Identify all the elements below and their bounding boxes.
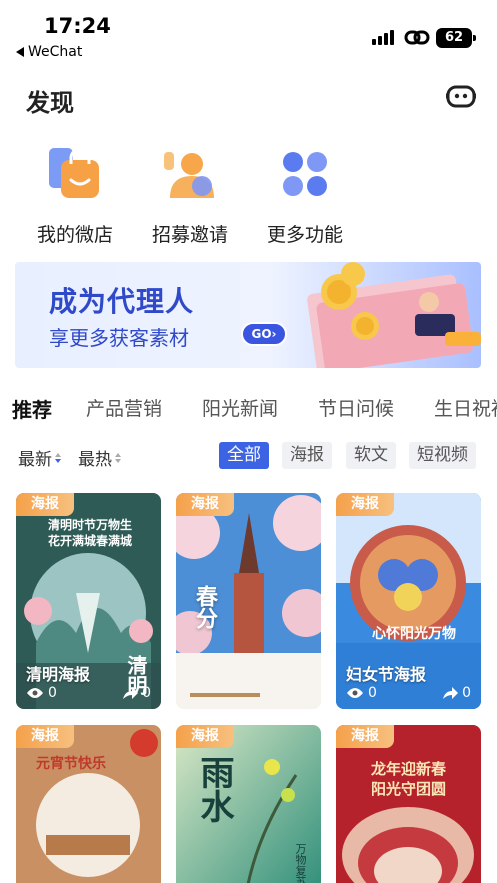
view-count: 0 (368, 685, 377, 701)
status-time: 17:24 (44, 14, 111, 38)
poster-card[interactable]: 海报 心怀阳光万物 妇女节海报 0 0 (336, 493, 481, 709)
poster-headline: 元宵节快乐 (36, 756, 106, 772)
quick-action-label: 更多功能 (266, 224, 343, 246)
poster-stats: 0 0 (26, 685, 151, 701)
shopping-bag-icon (49, 147, 99, 198)
more-grid-icon (283, 152, 327, 196)
poster-card[interactable]: 海报 春分 (176, 493, 321, 709)
robot-assistant-icon[interactable] (446, 84, 476, 108)
poster-headline: 心怀阳光万物 (372, 626, 456, 642)
quick-action-more[interactable]: 更多功能 (250, 146, 360, 247)
banner-subtitle: 享更多获客素材 (49, 326, 189, 350)
poster-card[interactable]: 海报 清明时节万物生 花开满城春满城 清明海报 清明 0 0 (16, 493, 161, 709)
quick-action-label: 招募邀请 (151, 224, 228, 246)
poster-tag: 海报 (176, 725, 234, 748)
filter-poster[interactable]: 海报 (282, 442, 332, 469)
poster-card[interactable]: 海报 雨水 万物复苏 (176, 725, 321, 883)
cellular-signal-icon (372, 30, 394, 45)
banner-title: 成为代理人 (49, 285, 195, 318)
banner-go-button[interactable]: GO› (241, 322, 287, 346)
poster-headline: 龙年迎新春 阳光守团圆 (370, 760, 446, 798)
back-app-label: WeChat (28, 44, 83, 60)
filter-all[interactable]: 全部 (219, 442, 269, 469)
tab-product-marketing[interactable]: 产品营销 (86, 394, 162, 421)
sort-latest[interactable]: 最新 (18, 445, 61, 470)
sort-arrows-icon (115, 452, 121, 463)
recruit-user-icon (164, 152, 214, 198)
quick-action-my-shop[interactable]: 我的微店 (20, 146, 130, 247)
filter-article[interactable]: 软文 (346, 442, 396, 469)
sort-hottest[interactable]: 最热 (78, 445, 121, 470)
poster-stats: 0 0 (346, 685, 471, 701)
back-to-wechat-link[interactable]: WeChat (16, 44, 82, 60)
poster-name: 清明海报 (26, 665, 91, 684)
poster-tag: 海报 (336, 725, 394, 748)
share-count: 0 (462, 685, 471, 701)
poster-tag: 海报 (176, 493, 234, 516)
poster-image (336, 725, 481, 883)
share-count: 0 (142, 685, 151, 701)
quick-action-label: 我的微店 (36, 224, 113, 246)
tab-birthday-wishes[interactable]: 生日祝福 (434, 394, 497, 421)
quick-action-recruit[interactable]: 招募邀请 (135, 146, 245, 247)
eye-icon (27, 688, 43, 698)
battery-indicator: 62 (436, 28, 476, 48)
become-agent-banner[interactable]: 成为代理人 享更多获客素材 GO› (15, 262, 481, 368)
page-title: 发现 (26, 89, 74, 117)
view-count: 0 (48, 685, 57, 701)
poster-tag: 海报 (16, 493, 74, 516)
sort-hottest-label: 最热 (78, 450, 112, 470)
poster-card[interactable]: 海报 元宵节快乐 (16, 725, 161, 883)
poster-image (16, 725, 161, 883)
sort-latest-label: 最新 (18, 450, 52, 470)
link-icon (404, 30, 430, 45)
poster-headline: 春分 (192, 585, 217, 629)
tab-recommended[interactable]: 推荐 (12, 394, 56, 424)
poster-headline: 雨水 (194, 755, 234, 823)
poster-tag: 海报 (16, 725, 74, 748)
back-arrow-icon (16, 47, 24, 57)
poster-headline: 清明时节万物生 花开满城春满城 (47, 518, 132, 548)
eye-icon (347, 688, 363, 698)
banner-illustration (307, 262, 481, 368)
poster-subtext: 万物复苏 (294, 843, 307, 883)
sort-arrows-icon (55, 452, 61, 463)
share-arrow-icon (443, 687, 459, 699)
status-bar: 17:24 WeChat 62 (0, 0, 497, 70)
poster-name: 妇女节海报 (346, 665, 427, 684)
tab-sunshine-news[interactable]: 阳光新闻 (202, 394, 278, 421)
tab-holiday-greetings[interactable]: 节日问候 (318, 394, 394, 421)
poster-tag: 海报 (336, 493, 394, 516)
share-arrow-icon (123, 687, 139, 699)
poster-card[interactable]: 海报 龙年迎新春 阳光守团圆 (336, 725, 481, 883)
filter-short-video[interactable]: 短视频 (409, 442, 476, 469)
